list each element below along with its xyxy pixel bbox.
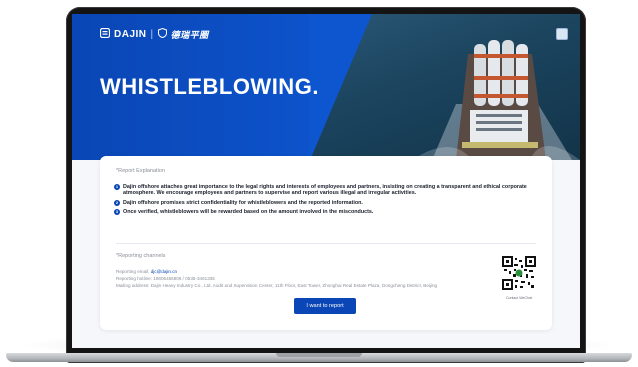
reporting-channels-label: *Reporting channels [116,253,166,259]
title-dot: . [312,74,319,99]
page-title-text: WHISTLEBLOWING [100,74,313,99]
ship-illustration [412,40,580,160]
explanation-text: Dajin offshore attaches great importance… [123,184,527,197]
email-link[interactable]: djc@dajin.cn [151,269,177,274]
address-row: Mailing address: Dajin Heavy Industry Co… [116,282,496,289]
explanation-item: 3 Once verified, whistleblowers will be … [114,209,538,216]
hero-diagonal [310,14,372,160]
email-label: Reporting email: [116,269,150,274]
report-card: *Report Explanation 1 Dajin offshore att… [100,156,552,330]
wechat-qr: Contact WeChat [502,256,536,300]
hero-banner: DAJIN | 德瑞平圈 WHISTLEBLOWING. [72,14,580,160]
explanation-list: 1 Dajin offshore attaches great importan… [114,184,538,219]
corner-badge-icon[interactable] [556,28,568,40]
logo-text: DAJIN [114,29,147,40]
qr-code-icon [502,256,536,290]
qr-caption: Contact WeChat [505,296,533,300]
page-title: WHISTLEBLOWING. [100,74,319,100]
brand-logo[interactable]: DAJIN | 德瑞平圈 [99,27,209,41]
email-row: Reporting email: djc@dajin.cn [116,268,496,275]
explanation-item: 2 Dajin offshore promises strict confide… [114,199,538,206]
hotline-row: Reporting hotline: 18606456806 / 0535-34… [116,275,496,282]
number-badge-icon: 3 [114,209,120,216]
explanation-text: Dajin offshore promises strict confident… [123,199,363,206]
report-button[interactable]: I want to report [294,298,356,314]
explanation-text: Once verified, whistleblowers will be re… [123,209,374,216]
channel-list: Reporting email: djc@dajin.cn Reporting … [116,268,496,289]
browser-screen: DAJIN | 德瑞平圈 WHISTLEBLOWING. *Report Exp… [72,14,580,348]
laptop-notch [276,353,362,357]
shield-icon [157,27,167,41]
address-value: Dajin Heavy Industry Co., Ltd. Audit and… [150,283,438,288]
hotline-label: Reporting hotline: [116,276,153,281]
number-badge-icon: 1 [114,184,120,190]
number-badge-icon: 2 [114,199,120,206]
logo-cn-text: 德瑞平圈 [170,30,209,40]
logo-separator: | [150,29,154,40]
address-label: Mailing address: [116,283,150,288]
hotline-value: 18606456806 / 0535-3461336 [153,276,215,281]
report-explanation-label: *Report Explanation [116,168,165,174]
section-divider [116,243,536,244]
explanation-item: 1 Dajin offshore attaches great importan… [114,184,538,197]
logo-mark-icon [99,27,111,41]
